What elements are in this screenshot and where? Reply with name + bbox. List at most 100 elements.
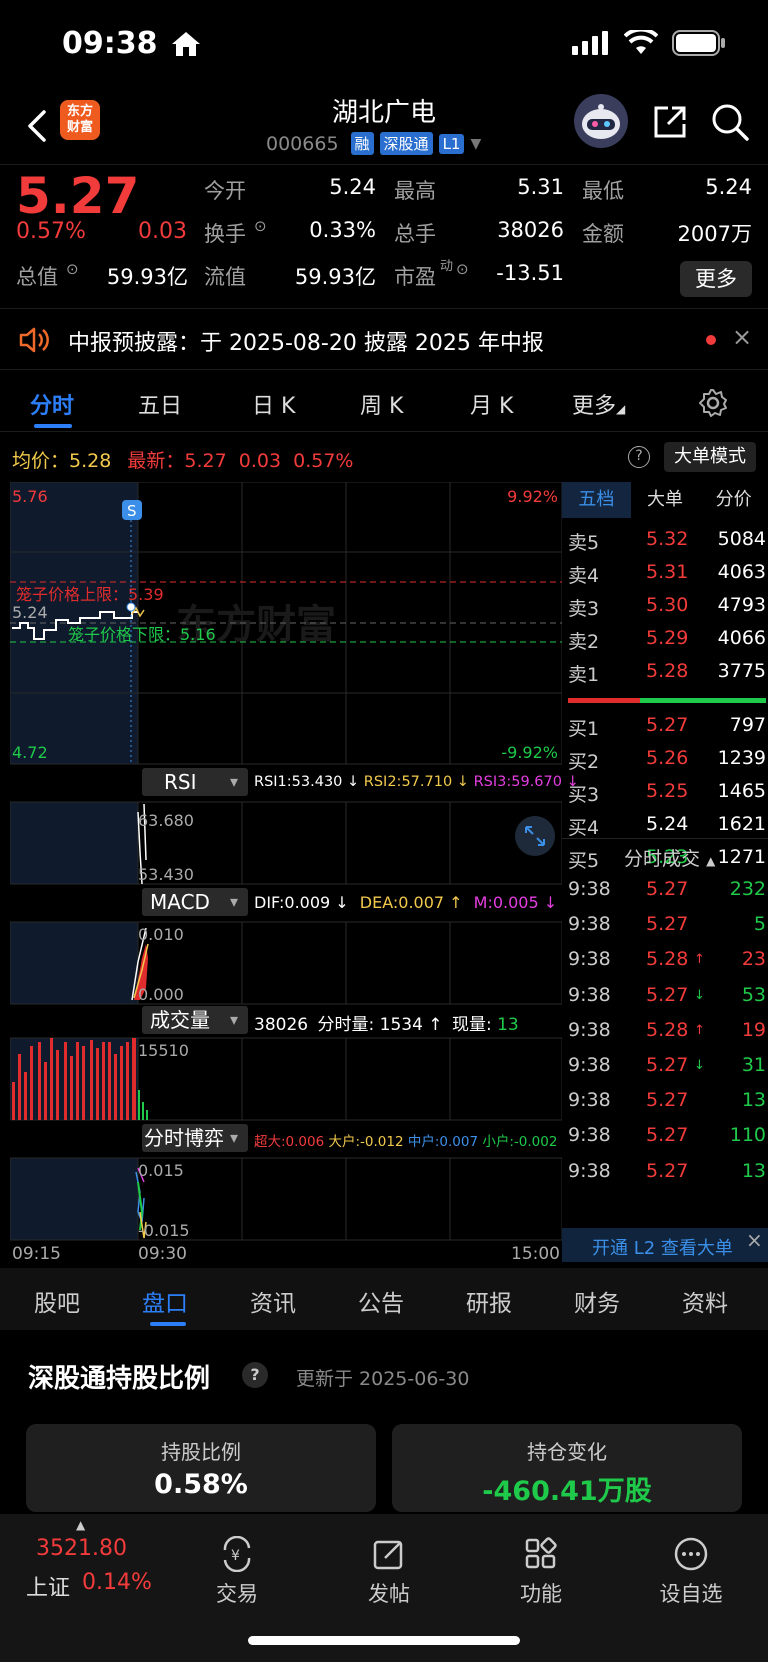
big-order-mode-button[interactable]: 大单模式 (664, 442, 756, 472)
notice-text[interactable]: 中报预披露：于 2025-08-20 披露 2025 年中报 (68, 325, 544, 357)
close-icon[interactable]: × (732, 323, 752, 351)
share-icon[interactable] (650, 102, 690, 142)
trade-price: 5.27 (646, 983, 689, 1006)
macd-m: M:0.005 ↓ (473, 893, 558, 912)
index-name[interactable]: 上证 (26, 1570, 70, 1602)
tab-five-day[interactable]: 五日 (138, 388, 182, 420)
trade-price: 5.27 (646, 1054, 689, 1076)
stock-code-row[interactable]: 000665 融 深股通 L1 ▼ (266, 132, 481, 155)
settings-gear-icon[interactable] (698, 388, 728, 422)
ask-row[interactable]: 卖2 5.29 4066 (568, 627, 766, 657)
bid-row[interactable]: 买2 5.26 1239 (568, 747, 766, 777)
time-start-label: 09:15 (12, 1244, 61, 1262)
nav-trade[interactable]: ¥ 交易 (182, 1536, 292, 1608)
tab-five-level[interactable]: 五档 (562, 482, 631, 518)
info-circle-icon[interactable]: ⊙ (66, 260, 79, 278)
macd-selector[interactable]: MACD (142, 888, 248, 916)
game-small: 小户:-0.002 (482, 1134, 558, 1150)
tab-forum[interactable]: 股吧 (34, 1284, 80, 1318)
nav-watchlist-label: 设自选 (659, 1582, 723, 1606)
ask-volume: 4793 (717, 594, 766, 616)
tab-intraday[interactable]: 分时 (30, 388, 74, 420)
volume-selector[interactable]: 成交量 (142, 1006, 248, 1034)
tab-monthly-k[interactable]: 月 K (470, 388, 513, 420)
nav-function[interactable]: 功能 (486, 1536, 596, 1608)
help-icon[interactable]: ? (242, 1362, 268, 1388)
trade-row: 9:38 5.27 ↓ 53 (568, 984, 766, 1014)
trade-row: 9:38 5.27 110 (568, 1124, 766, 1154)
tab-daily-k[interactable]: 日 K (252, 388, 295, 420)
pe-value: -13.51 (496, 261, 564, 285)
ask-row[interactable]: 卖5 5.32 5084 (568, 528, 766, 558)
tab-big-order[interactable]: 大单 (631, 482, 700, 518)
tab-more[interactable]: 更多◢ (572, 388, 625, 420)
pe-superscript: 动 (440, 259, 454, 274)
tab-handicap[interactable]: 盘口 (142, 1284, 188, 1318)
trades-title-text: 分时成交 (624, 848, 701, 870)
info-circle-icon[interactable]: ⊙ (456, 260, 469, 278)
tab-news[interactable]: 资讯 (250, 1284, 296, 1318)
game-selector[interactable]: 分时博弈 (142, 1124, 248, 1152)
macd-top-label: 0.010 (138, 925, 184, 944)
close-icon[interactable]: × (746, 1228, 763, 1252)
trade-volume: 5 (753, 913, 766, 936)
trade-row: 9:38 5.28 ↑ 19 (568, 1019, 766, 1049)
svg-text:¥: ¥ (231, 1548, 240, 1564)
trades-title[interactable]: 分时成交 ▲ (624, 844, 715, 871)
nav-post[interactable]: 发帖 (334, 1536, 444, 1608)
trade-volume: 53 (741, 983, 766, 1006)
nav-trade-label: 交易 (216, 1582, 258, 1606)
tag-level: L1 (438, 133, 465, 154)
bid-row[interactable]: 买3 5.25 1465 (568, 780, 766, 810)
bid-label: 买5 (568, 850, 600, 872)
ask-row[interactable]: 卖3 5.30 4793 (568, 594, 766, 624)
tab-research[interactable]: 研报 (466, 1284, 512, 1318)
stock-header: 东方 财富 湖北广电 000665 融 深股通 L1 ▼ (0, 84, 768, 164)
tab-price-dist[interactable]: 分价 (699, 482, 768, 518)
open-label: 今开 (204, 179, 246, 203)
price-low-label: 4.72 (12, 743, 48, 762)
search-icon[interactable] (710, 102, 750, 142)
ai-assistant-icon[interactable] (574, 94, 628, 148)
ask-volume: 4066 (717, 627, 766, 649)
trade-row: 9:38 5.27 5 (568, 913, 766, 943)
tab-weekly-k[interactable]: 周 K (360, 388, 403, 420)
more-dots-icon (674, 1537, 708, 1571)
trade-time: 9:38 (568, 1124, 611, 1147)
volume-top-label: 15510 (138, 1041, 189, 1060)
nav-watchlist[interactable]: 设自选 (636, 1536, 746, 1608)
holding-title: 深股通持股比例 (28, 1364, 211, 1394)
tab-more-label: 更多 (572, 394, 617, 419)
tab-finance[interactable]: 财务 (574, 1284, 620, 1318)
volume-xian-value: 13 (497, 1015, 519, 1035)
wifi-icon (624, 30, 658, 54)
trade-time: 9:38 (568, 1159, 611, 1182)
trade-volume: 23 (741, 948, 766, 971)
ask-label: 卖2 (568, 631, 600, 653)
help-icon[interactable]: ? (628, 446, 650, 468)
game-mid: 中户:0.007 (407, 1134, 479, 1150)
volume-fenshi: 分时量: 1534 ↑ (317, 1015, 443, 1035)
battery-icon (672, 30, 725, 56)
index-value[interactable]: 3521.80 (36, 1536, 127, 1561)
bid-row[interactable]: 买1 5.27 797 (568, 714, 766, 744)
l2-banner[interactable]: 开通 L2 查看大单 × (562, 1228, 768, 1262)
ask-label: 卖4 (568, 565, 600, 587)
rsi-selector[interactable]: RSI (142, 768, 248, 796)
tab-announcement[interactable]: 公告 (358, 1284, 404, 1318)
info-circle-icon[interactable]: ⊙ (254, 217, 267, 235)
ask-price: 5.30 (646, 594, 689, 616)
current-price: 5.27 (16, 167, 140, 225)
more-button[interactable]: 更多 (680, 261, 752, 297)
market-cap-label: 总值 (16, 265, 58, 289)
ask-row[interactable]: 卖1 5.28 3775 (568, 660, 766, 690)
tab-profile[interactable]: 资料 (682, 1284, 728, 1318)
ask-row[interactable]: 卖4 5.31 4063 (568, 561, 766, 591)
holding-updated: 更新于 2025-06-30 (296, 1368, 470, 1390)
amount-label: 金额 (582, 222, 624, 246)
l2-banner-text: 开通 L2 查看大单 (592, 1238, 733, 1259)
index-pct[interactable]: 0.14% (82, 1570, 152, 1595)
expand-icon[interactable] (515, 816, 555, 856)
notice-bar[interactable]: 中报预披露：于 2025-08-20 披露 2025 年中报 × (0, 308, 768, 370)
turnover-value: 0.33% (309, 218, 376, 242)
